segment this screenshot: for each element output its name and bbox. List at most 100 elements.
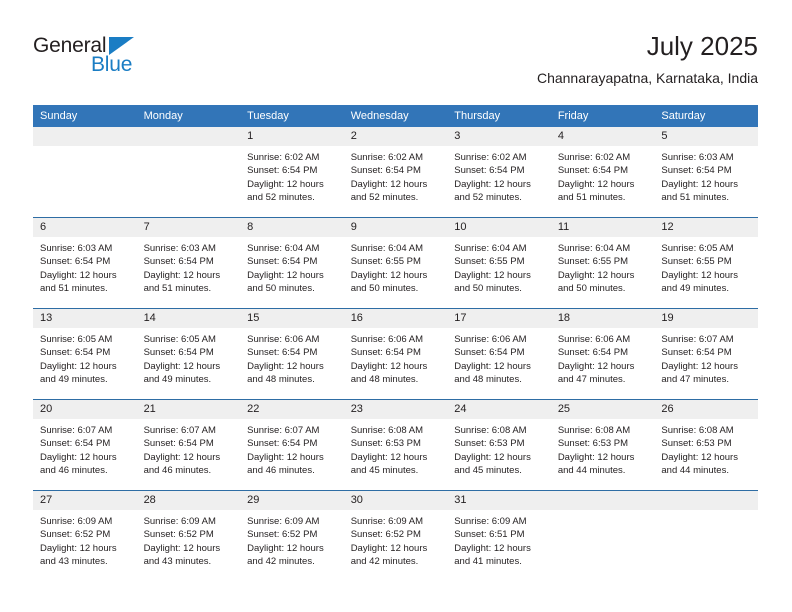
day-number: 23 <box>343 400 448 419</box>
daylight-text: Daylight: 12 hours and 48 minutes. <box>454 360 531 386</box>
calendar-day-cell[interactable]: 29 Sunrise: 6:09 AM Sunset: 6:52 PM Dayligh… <box>240 490 344 581</box>
day-details: Sunrise: 6:05 AM Sunset: 6:54 PM Daylight:… <box>33 328 137 387</box>
day-number: 12 <box>654 218 758 237</box>
calendar-day-cell[interactable]: 6 Sunrise: 6:03 AM Sunset: 6:54 PM Daylight… <box>33 217 137 309</box>
daylight-text: Daylight: 12 hours and 51 minutes. <box>661 178 738 204</box>
day-details: Sunrise: 6:07 AM Sunset: 6:54 PM Daylight:… <box>33 419 137 478</box>
day-details: Sunrise: 6:03 AM Sunset: 6:54 PM Daylight:… <box>137 237 241 296</box>
day-number: 22 <box>240 400 344 419</box>
calendar-day-cell[interactable]: 27 Sunrise: 6:09 AM Sunset: 6:52 PM Dayligh… <box>33 490 137 581</box>
sunrise-text: Sunrise: 6:08 AM <box>557 425 631 436</box>
calendar-day-cell[interactable]: 7 Sunrise: 6:03 AM Sunset: 6:54 PM Daylight… <box>136 217 241 309</box>
calendar-day-cell[interactable]: 1 Sunrise: 6:02 AM Sunset: 6:54 PM Daylight… <box>240 127 344 218</box>
calendar-week-row: 1 Sunrise: 6:02 AM Sunset: 6:54 PM Daylight… <box>33 127 758 218</box>
calendar-day-cell[interactable]: 9 Sunrise: 6:04 AM Sunset: 6:55 PM Daylight… <box>343 217 448 309</box>
calendar-day-cell[interactable]: 21 Sunrise: 6:07 AM Sunset: 6:54 PM Dayligh… <box>136 399 241 491</box>
calendar-day-cell[interactable]: 2 Sunrise: 6:02 AM Sunset: 6:54 PM Daylight… <box>343 127 448 218</box>
calendar-day-cell[interactable]: 14 Sunrise: 6:05 AM Sunset: 6:54 PM Dayligh… <box>136 308 241 400</box>
daylight-text: Daylight: 12 hours and 47 minutes. <box>661 360 738 386</box>
sunset-text: Sunset: 6:54 PM <box>350 347 421 359</box>
daylight-text: Daylight: 12 hours and 42 minutes. <box>350 542 428 568</box>
calendar-day-cell[interactable]: 17 Sunrise: 6:06 AM Sunset: 6:54 PM Dayligh… <box>447 308 551 400</box>
calendar-day-cell[interactable]: 28 Sunrise: 6:09 AM Sunset: 6:52 PM Dayligh… <box>136 490 241 581</box>
daylight-text: Daylight: 12 hours and 48 minutes. <box>247 360 324 386</box>
title-block: July 2025 Channarayapatna, Karnataka, In… <box>537 30 758 88</box>
daylight-text: Daylight: 12 hours and 43 minutes. <box>143 542 221 568</box>
calendar-day-cell[interactable]: 24 Sunrise: 6:08 AM Sunset: 6:53 PM Dayligh… <box>447 399 551 491</box>
calendar-day-cell[interactable]: 15 Sunrise: 6:06 AM Sunset: 6:54 PM Dayligh… <box>240 308 344 400</box>
calendar-day-cell[interactable]: 19 Sunrise: 6:07 AM Sunset: 6:54 PM Dayligh… <box>654 308 758 400</box>
sunset-text: Sunset: 6:54 PM <box>247 347 318 359</box>
day-details: Sunrise: 6:04 AM Sunset: 6:54 PM Daylight:… <box>240 237 344 296</box>
day-details: Sunrise: 6:02 AM Sunset: 6:54 PM Daylight:… <box>551 146 655 205</box>
sunrise-text: Sunrise: 6:04 AM <box>247 243 320 254</box>
calendar-day-cell-empty <box>33 127 137 218</box>
calendar-day-cell[interactable]: 16 Sunrise: 6:06 AM Sunset: 6:54 PM Dayligh… <box>343 308 448 400</box>
sunset-text: Sunset: 6:54 PM <box>40 256 111 268</box>
sunset-text: Sunset: 6:55 PM <box>454 256 525 268</box>
calendar-week-row: 6 Sunrise: 6:03 AM Sunset: 6:54 PM Daylight… <box>33 217 758 309</box>
day-number: 30 <box>343 491 448 510</box>
calendar-day-cell[interactable]: 23 Sunrise: 6:08 AM Sunset: 6:53 PM Dayligh… <box>343 399 448 491</box>
calendar-day-cell[interactable]: 8 Sunrise: 6:04 AM Sunset: 6:54 PM Daylight… <box>240 217 344 309</box>
calendar-day-cell[interactable]: 10 Sunrise: 6:04 AM Sunset: 6:55 PM Dayligh… <box>447 217 551 309</box>
calendar-day-cell[interactable]: 26 Sunrise: 6:08 AM Sunset: 6:53 PM Dayligh… <box>654 399 758 491</box>
day-details: Sunrise: 6:08 AM Sunset: 6:53 PM Daylight:… <box>551 419 655 478</box>
daylight-text: Daylight: 12 hours and 49 minutes. <box>40 360 117 386</box>
calendar-day-cell[interactable]: 4 Sunrise: 6:02 AM Sunset: 6:54 PM Daylight… <box>550 127 655 218</box>
column-header-monday: Monday <box>136 105 241 127</box>
sunset-text: Sunset: 6:55 PM <box>661 256 732 268</box>
sunrise-text: Sunrise: 6:07 AM <box>143 425 216 436</box>
column-header-wednesday: Wednesday <box>343 105 448 127</box>
day-number: 13 <box>33 309 137 328</box>
sunset-text: Sunset: 6:54 PM <box>661 165 732 177</box>
day-details: Sunrise: 6:08 AM Sunset: 6:53 PM Daylight:… <box>654 419 758 478</box>
sunset-text: Sunset: 6:54 PM <box>350 165 421 177</box>
sunset-text: Sunset: 6:54 PM <box>454 347 525 359</box>
sunrise-text: Sunrise: 6:07 AM <box>40 425 113 436</box>
sunrise-text: Sunrise: 6:06 AM <box>350 334 424 345</box>
sunrise-text: Sunrise: 6:03 AM <box>661 152 734 163</box>
sunrise-text: Sunrise: 6:05 AM <box>40 334 113 345</box>
calendar-day-cell[interactable]: 20 Sunrise: 6:07 AM Sunset: 6:54 PM Dayligh… <box>33 399 137 491</box>
calendar-day-cell[interactable]: 30 Sunrise: 6:09 AM Sunset: 6:52 PM Dayligh… <box>343 490 448 581</box>
daylight-text: Daylight: 12 hours and 49 minutes. <box>143 360 221 386</box>
day-number: 10 <box>447 218 551 237</box>
sunrise-text: Sunrise: 6:07 AM <box>247 425 320 436</box>
day-details: Sunrise: 6:08 AM Sunset: 6:53 PM Daylight:… <box>447 419 551 478</box>
sunrise-text: Sunrise: 6:08 AM <box>350 425 424 436</box>
calendar-day-cell-empty <box>654 490 758 581</box>
day-number <box>654 491 758 510</box>
sunset-text: Sunset: 6:54 PM <box>247 165 318 177</box>
calendar-day-cell-empty <box>136 127 241 218</box>
daylight-text: Daylight: 12 hours and 46 minutes. <box>40 451 117 477</box>
location-subtitle: Channarayapatna, Karnataka, India <box>536 70 758 86</box>
day-details: Sunrise: 6:09 AM Sunset: 6:52 PM Daylight:… <box>344 510 448 569</box>
sunrise-text: Sunrise: 6:08 AM <box>454 425 527 436</box>
calendar-day-cell[interactable]: 11 Sunrise: 6:04 AM Sunset: 6:55 PM Dayligh… <box>550 217 655 309</box>
calendar-day-cell[interactable]: 12 Sunrise: 6:05 AM Sunset: 6:55 PM Dayligh… <box>654 217 758 309</box>
day-number: 28 <box>136 491 241 510</box>
sunset-text: Sunset: 6:53 PM <box>557 438 629 450</box>
column-header-thursday: Thursday <box>447 105 551 127</box>
sunrise-text: Sunrise: 6:02 AM <box>247 152 320 163</box>
daylight-text: Daylight: 12 hours and 50 minutes. <box>557 269 635 295</box>
calendar-day-cell[interactable]: 22 Sunrise: 6:07 AM Sunset: 6:54 PM Dayligh… <box>240 399 344 491</box>
calendar-day-cell[interactable]: 25 Sunrise: 6:08 AM Sunset: 6:53 PM Dayligh… <box>550 399 655 491</box>
day-details: Sunrise: 6:06 AM Sunset: 6:54 PM Daylight:… <box>344 328 448 387</box>
calendar-day-cell[interactable]: 18 Sunrise: 6:06 AM Sunset: 6:54 PM Dayligh… <box>550 308 655 400</box>
day-number: 14 <box>136 309 241 328</box>
sunset-text: Sunset: 6:54 PM <box>143 256 214 268</box>
daylight-text: Daylight: 12 hours and 50 minutes. <box>454 269 531 295</box>
calendar-day-cell[interactable]: 13 Sunrise: 6:05 AM Sunset: 6:54 PM Dayligh… <box>33 308 137 400</box>
page-title: July 2025 <box>646 31 758 61</box>
day-number: 4 <box>550 127 655 146</box>
sunrise-text: Sunrise: 6:08 AM <box>661 425 734 436</box>
calendar-week-row: 20 Sunrise: 6:07 AM Sunset: 6:54 PM Dayligh… <box>33 399 758 491</box>
calendar-day-cell[interactable]: 3 Sunrise: 6:02 AM Sunset: 6:54 PM Daylight… <box>447 127 551 218</box>
calendar-page: General Blue July 2025 Channarayapatna, … <box>0 0 792 612</box>
day-details: Sunrise: 6:06 AM Sunset: 6:54 PM Daylight:… <box>447 328 551 387</box>
calendar-day-cell[interactable]: 31 Sunrise: 6:09 AM Sunset: 6:51 PM Dayligh… <box>447 490 551 581</box>
sunset-text: Sunset: 6:54 PM <box>557 347 629 359</box>
calendar-day-cell[interactable]: 5 Sunrise: 6:03 AM Sunset: 6:54 PM Daylight… <box>654 127 758 218</box>
